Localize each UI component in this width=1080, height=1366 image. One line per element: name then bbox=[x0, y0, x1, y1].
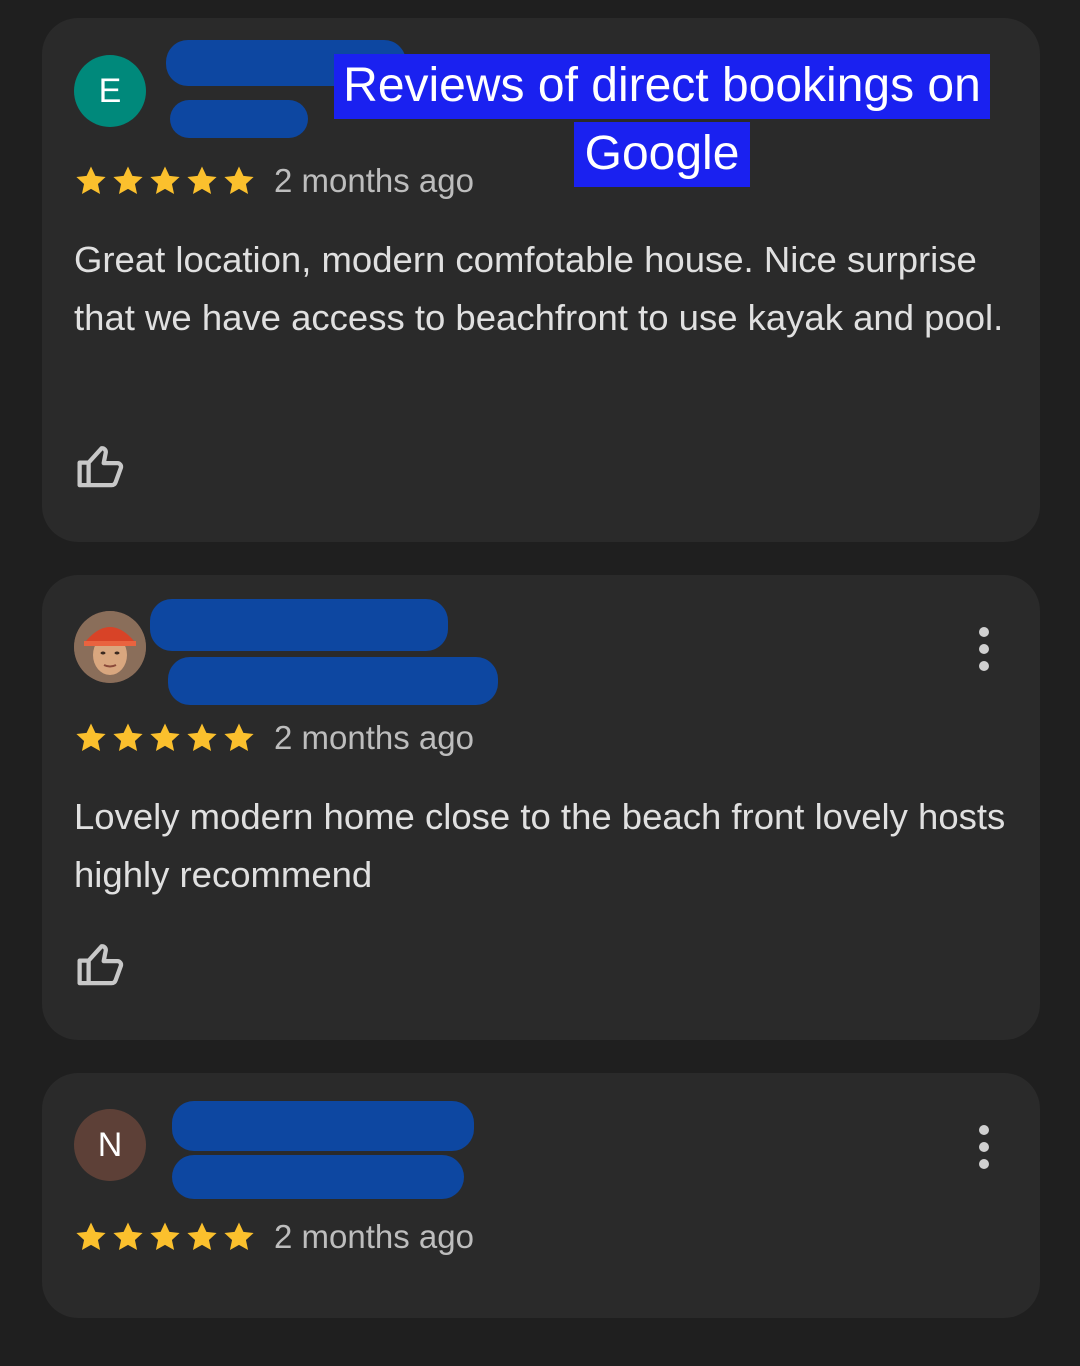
redacted-reviewer-info bbox=[172, 1155, 464, 1199]
thumbs-up-icon[interactable] bbox=[74, 439, 128, 493]
star-icon bbox=[150, 166, 180, 195]
more-options-icon[interactable] bbox=[978, 1124, 990, 1170]
star-icon bbox=[187, 723, 217, 752]
more-options-icon[interactable] bbox=[978, 626, 990, 672]
overlay-caption-line-1: Reviews of direct bookings on bbox=[334, 54, 990, 119]
avatar-letter: E bbox=[98, 71, 122, 110]
reviewer-avatar[interactable]: N bbox=[74, 1109, 146, 1181]
review-card: 2 months ago Lovely modern home close to… bbox=[42, 575, 1040, 1040]
star-icon bbox=[113, 1222, 143, 1251]
star-icon bbox=[187, 1222, 217, 1251]
star-icon bbox=[224, 166, 254, 195]
avatar-letter: N bbox=[97, 1125, 123, 1164]
star-icon bbox=[187, 166, 217, 195]
star-icon bbox=[76, 166, 106, 195]
reviewer-avatar[interactable] bbox=[74, 611, 146, 683]
redacted-reviewer-info bbox=[170, 100, 308, 138]
star-rating bbox=[74, 1220, 256, 1254]
star-icon bbox=[150, 723, 180, 752]
star-rating bbox=[74, 164, 256, 198]
star-icon bbox=[76, 1222, 106, 1251]
star-rating bbox=[74, 721, 256, 755]
redacted-reviewer-name bbox=[150, 599, 448, 651]
thumbs-up-icon[interactable] bbox=[74, 937, 128, 991]
reviewer-photo bbox=[74, 611, 146, 683]
review-text: Lovely modern home close to the beach fr… bbox=[74, 796, 1006, 895]
review-time: 2 months ago bbox=[274, 719, 474, 756]
redacted-reviewer-name bbox=[172, 1101, 474, 1151]
star-icon bbox=[224, 723, 254, 752]
reviewer-avatar[interactable]: E bbox=[74, 55, 146, 127]
review-time: 2 months ago bbox=[274, 162, 474, 199]
star-icon bbox=[113, 166, 143, 195]
redacted-reviewer-info bbox=[168, 657, 498, 705]
review-text: Great location, modern comfotable house.… bbox=[74, 239, 1004, 338]
star-icon bbox=[113, 723, 143, 752]
overlay-caption-line-2: Google bbox=[574, 122, 750, 187]
star-icon bbox=[76, 723, 106, 752]
review-card: N 2 months ago bbox=[42, 1073, 1040, 1318]
review-time: 2 months ago bbox=[274, 1218, 474, 1255]
star-icon bbox=[224, 1222, 254, 1251]
star-icon bbox=[150, 1222, 180, 1251]
